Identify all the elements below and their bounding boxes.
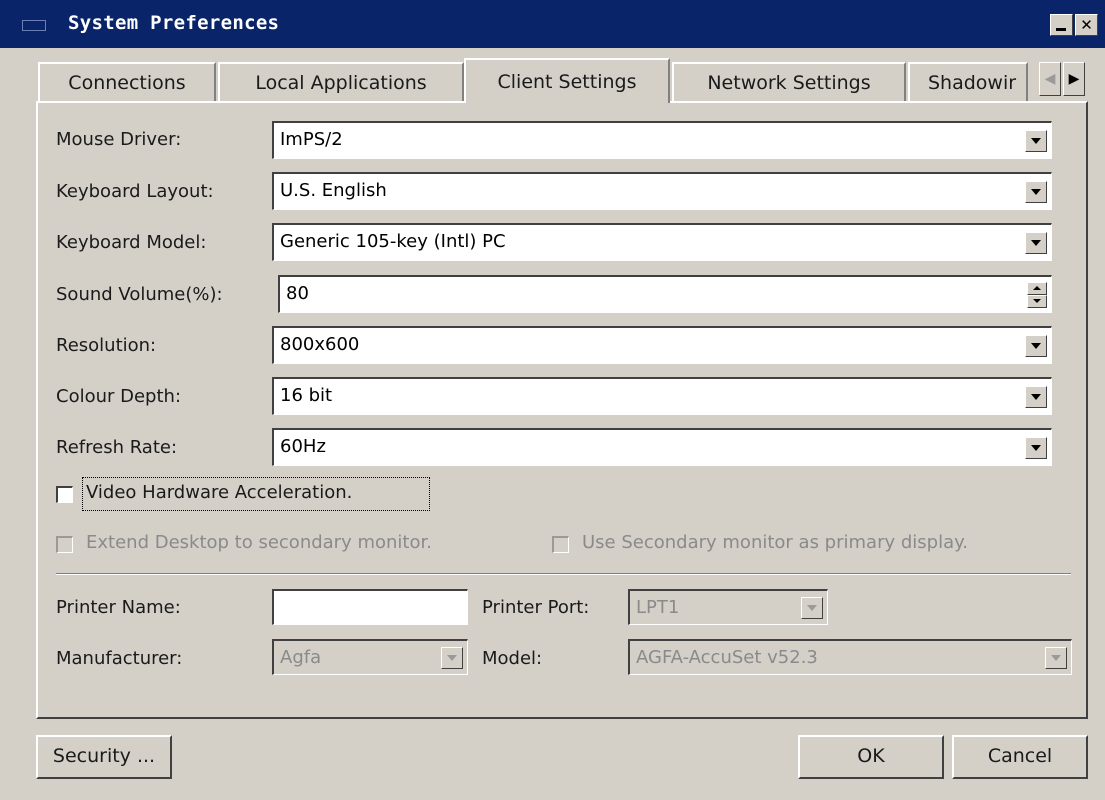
colour-depth-label: Colour Depth:	[56, 386, 182, 407]
keyboard-model-label: Keyboard Model:	[56, 232, 207, 253]
title-bar: System Preferences ✕	[0, 0, 1105, 48]
resolution-label: Resolution:	[56, 335, 157, 356]
resolution-select[interactable]: 800x600	[272, 326, 1052, 364]
tab-connections[interactable]: Connections	[38, 62, 216, 101]
sound-volume-spinbox[interactable]: 80	[278, 275, 1052, 313]
keyboard-layout-value: U.S. English	[280, 180, 387, 201]
keyboard-layout-label: Keyboard Layout:	[56, 181, 214, 202]
minimize-button[interactable]	[1050, 14, 1073, 36]
spinner-icon[interactable]	[1027, 282, 1047, 308]
mouse-driver-label: Mouse Driver:	[56, 129, 182, 150]
mouse-driver-select[interactable]: ImPS/2	[272, 121, 1052, 159]
manufacturer-select[interactable]: Agfa	[272, 639, 468, 675]
chevron-down-icon[interactable]	[801, 597, 823, 619]
chevron-down-icon[interactable]	[1045, 647, 1067, 669]
manufacturer-value: Agfa	[280, 647, 322, 668]
spin-down-icon[interactable]	[1027, 295, 1047, 308]
extend-desktop-checkbox[interactable]	[56, 536, 73, 553]
sound-volume-label: Sound Volume(%):	[56, 284, 223, 305]
tab-scroll-right-icon[interactable]: ▶	[1063, 62, 1085, 96]
tab-client-settings[interactable]: Client Settings	[464, 58, 670, 103]
window-title: System Preferences	[68, 12, 280, 34]
refresh-rate-label: Refresh Rate:	[56, 437, 178, 458]
cancel-button[interactable]: Cancel	[952, 735, 1088, 779]
separator-highlight	[56, 574, 1071, 575]
keyboard-model-value: Generic 105-key (Intl) PC	[280, 231, 506, 252]
security-button[interactable]: Security ...	[36, 735, 172, 779]
secondary-primary-checkbox[interactable]	[552, 536, 569, 553]
resolution-value: 800x600	[280, 334, 360, 355]
tab-shadowing[interactable]: Shadowir	[908, 62, 1028, 101]
tab-scroll-left-icon[interactable]: ◀	[1039, 62, 1061, 96]
video-hw-accel-label[interactable]: Video Hardware Acceleration.	[86, 482, 352, 503]
model-value: AGFA-AccuSet v52.3	[636, 647, 818, 668]
printer-port-label: Printer Port:	[482, 597, 590, 618]
chevron-down-icon[interactable]	[1025, 437, 1047, 459]
printer-port-select[interactable]: LPT1	[628, 589, 828, 625]
secondary-primary-label[interactable]: Use Secondary monitor as primary display…	[582, 532, 968, 553]
chevron-down-icon[interactable]	[1025, 232, 1047, 254]
mouse-driver-value: ImPS/2	[280, 129, 343, 150]
tab-local-applications[interactable]: Local Applications	[218, 62, 464, 101]
model-select[interactable]: AGFA-AccuSet v52.3	[628, 639, 1072, 675]
ok-button[interactable]: OK	[798, 735, 944, 779]
spin-up-icon[interactable]	[1027, 282, 1047, 295]
chevron-down-icon[interactable]	[441, 647, 463, 669]
minimize-icon	[1056, 28, 1066, 31]
extend-desktop-label[interactable]: Extend Desktop to secondary monitor.	[86, 532, 432, 553]
chevron-down-icon[interactable]	[1025, 130, 1047, 152]
tab-bar: Connections Local Applications Client Se…	[0, 58, 1105, 103]
refresh-rate-value: 60Hz	[280, 436, 326, 457]
printer-name-input[interactable]	[272, 589, 468, 625]
printer-name-label: Printer Name:	[56, 597, 181, 618]
chevron-down-icon[interactable]	[1025, 335, 1047, 357]
colour-depth-value: 16 bit	[280, 385, 333, 406]
system-menu-icon[interactable]	[22, 20, 46, 31]
colour-depth-select[interactable]: 16 bit	[272, 377, 1052, 415]
client-settings-panel: Mouse Driver: ImPS/2 Keyboard Layout: U.…	[36, 101, 1088, 719]
tab-network-settings[interactable]: Network Settings	[672, 62, 906, 101]
sound-volume-value: 80	[286, 283, 309, 304]
chevron-down-icon[interactable]	[1025, 386, 1047, 408]
close-icon: ✕	[1080, 16, 1093, 34]
keyboard-model-select[interactable]: Generic 105-key (Intl) PC	[272, 223, 1052, 261]
model-label: Model:	[482, 648, 543, 669]
video-hw-accel-checkbox[interactable]	[56, 486, 73, 503]
printer-port-value: LPT1	[636, 597, 680, 618]
manufacturer-label: Manufacturer:	[56, 648, 183, 669]
keyboard-layout-select[interactable]: U.S. English	[272, 172, 1052, 210]
refresh-rate-select[interactable]: 60Hz	[272, 428, 1052, 466]
close-button[interactable]: ✕	[1075, 14, 1098, 36]
chevron-down-icon[interactable]	[1025, 181, 1047, 203]
